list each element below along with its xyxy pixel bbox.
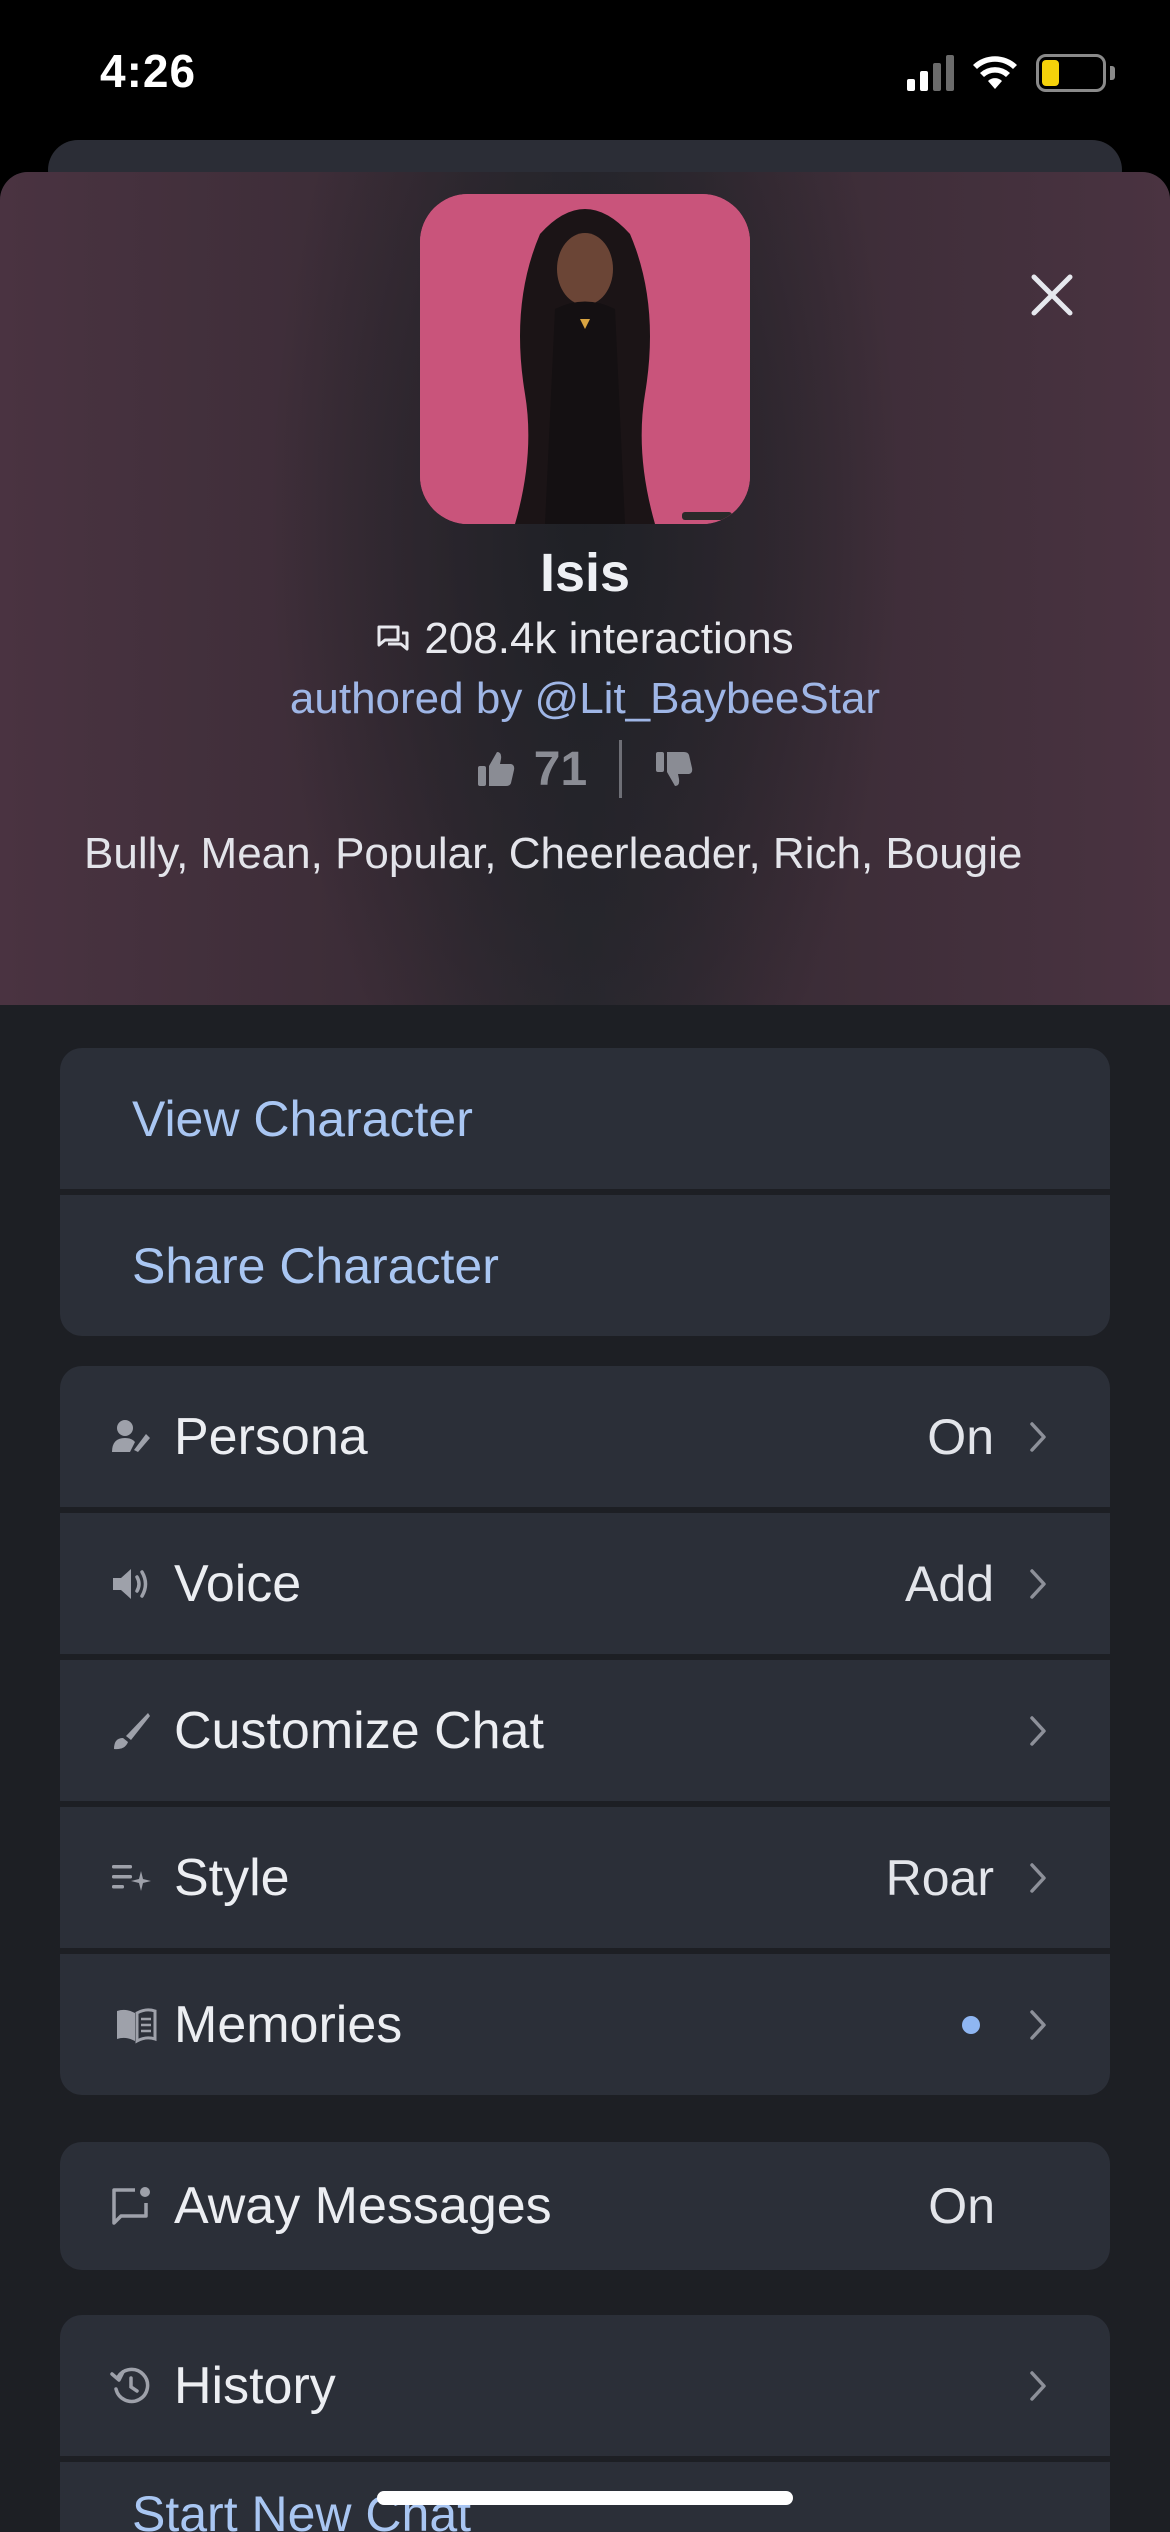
chevron-right-icon	[1030, 2009, 1046, 2040]
chat-bubbles-icon	[377, 625, 409, 651]
persona-label: Persona	[174, 1407, 368, 1466]
character-name: Isis	[539, 543, 631, 603]
history-row[interactable]: History	[60, 2315, 1110, 2456]
away-messages-value: On	[928, 2178, 995, 2234]
home-indicator	[377, 2491, 793, 2505]
book-icon	[117, 2007, 157, 2044]
character-sheet: Isis 208.4k interactions authored by @Li…	[0, 172, 1170, 2532]
close-icon[interactable]	[1024, 267, 1080, 323]
memories-row[interactable]: Memories	[60, 1954, 1110, 2095]
voice-label: Voice	[174, 1554, 302, 1613]
history-icon	[110, 2367, 150, 2403]
chat-settings-group: Persona On Voice Add Customize Chat Styl…	[60, 1366, 1110, 2095]
speaker-icon	[113, 1568, 148, 1599]
voice-value: Add	[905, 1555, 994, 1612]
style-sparkle-icon	[112, 1864, 151, 1891]
style-value: Roar	[885, 1849, 994, 1906]
away-messages-row[interactable]: Away Messages On	[60, 2142, 1110, 2270]
away-messages-label: Away Messages	[174, 2177, 552, 2235]
customize-chat-label: Customize Chat	[174, 1701, 544, 1760]
customize-chat-row[interactable]: Customize Chat	[60, 1660, 1110, 1801]
status-time: 4:26	[100, 45, 197, 97]
chevron-right-icon	[1030, 1862, 1046, 1893]
character-header: Isis 208.4k interactions authored by @Li…	[0, 172, 1170, 1005]
interactions-text: 208.4k interactions	[424, 614, 794, 663]
memories-label: Memories	[174, 1995, 403, 2054]
battery-level: 9	[1063, 57, 1079, 88]
away-messages-group: Away Messages On	[60, 2142, 1110, 2270]
vote-divider	[619, 740, 623, 798]
share-character-label: Share Character	[132, 1237, 499, 1294]
thumbs-down-icon[interactable]	[654, 750, 694, 788]
cellular-signal-icon	[907, 55, 954, 91]
chevron-right-icon	[1030, 1421, 1046, 1452]
interactions-count: 208.4k interactions	[0, 614, 1170, 664]
message-notification-icon	[112, 2187, 150, 2225]
thumbs-up-icon[interactable]	[476, 750, 516, 788]
character-actions-group: View Character Share Character	[60, 1048, 1110, 1336]
character-avatar	[420, 194, 750, 524]
view-character-label: View Character	[132, 1090, 473, 1147]
status-bar: 4:26 9	[0, 0, 1170, 150]
screen: 4:26 9 Isis 208.4k interactions authored…	[0, 0, 1170, 2532]
like-count: 71	[533, 742, 588, 796]
battery-icon: 9	[1036, 54, 1106, 92]
wifi-icon	[973, 56, 1017, 89]
share-character-button[interactable]: Share Character	[60, 1195, 1110, 1336]
chevron-right-icon	[1030, 1715, 1046, 1746]
status-icons: 9	[907, 50, 1115, 96]
chevron-right-icon	[1030, 1568, 1046, 1599]
author-link[interactable]: authored by @Lit_BaybeeStar	[0, 674, 1170, 724]
history-label: History	[174, 2356, 336, 2415]
persona-row[interactable]: Persona On	[60, 1366, 1110, 1507]
vote-controls: 71	[0, 740, 1170, 798]
new-memory-indicator	[962, 2015, 980, 2034]
character-tags: Bully, Mean, Popular, Cheerleader, Rich,…	[84, 829, 1023, 878]
persona-icon	[112, 1419, 150, 1452]
style-label: Style	[174, 1848, 290, 1907]
view-character-button[interactable]: View Character	[60, 1048, 1110, 1189]
chevron-right-icon	[1030, 2370, 1046, 2401]
persona-value: On	[927, 1408, 994, 1465]
voice-row[interactable]: Voice Add	[60, 1513, 1110, 1654]
style-row[interactable]: Style Roar	[60, 1807, 1110, 1948]
brush-icon	[114, 1712, 150, 1749]
